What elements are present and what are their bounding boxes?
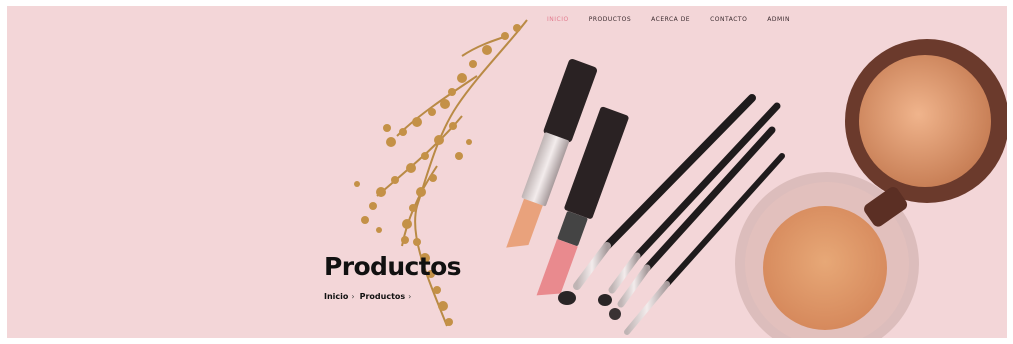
breadcrumb: Inicio › Productos › [324,292,414,301]
page-title: Productos [324,252,462,281]
nav-admin[interactable]: ADMIN [757,14,800,26]
hero-banner: INICIO PRODUCTOS ACERCA DE CONTACTO ADMI… [7,6,1007,338]
breadcrumb-productos[interactable]: Productos [360,292,406,301]
breadcrumb-separator-icon: › [408,292,412,301]
nav-contacto[interactable]: CONTACTO [700,14,757,26]
breadcrumb-separator-icon: › [351,292,355,301]
cosmetics-hero-image [354,19,1007,338]
main-nav: INICIO PRODUCTOS ACERCA DE CONTACTO ADMI… [537,14,800,26]
nav-inicio[interactable]: INICIO [537,14,579,26]
compact-powder [735,39,1007,338]
nav-productos[interactable]: PRODUCTOS [579,14,641,26]
breadcrumb-inicio[interactable]: Inicio [324,292,348,301]
nav-acerca-de[interactable]: ACERCA DE [641,14,700,26]
